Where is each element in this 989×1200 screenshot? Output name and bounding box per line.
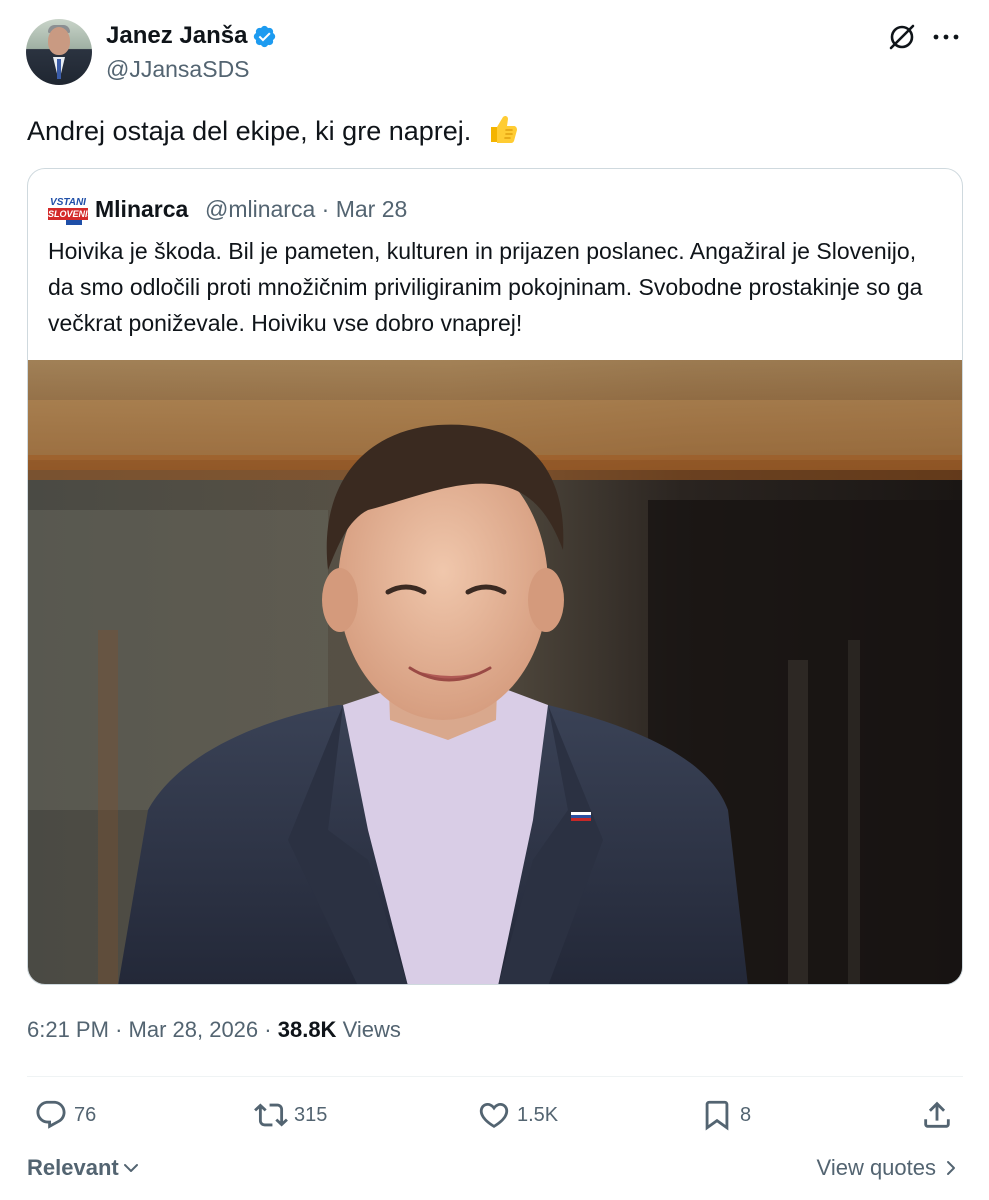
bookmark-button[interactable]: 8 [700, 1095, 751, 1135]
quoted-author-name[interactable]: Mlinarca [95, 195, 188, 223]
thumbs-up-emoji-icon [490, 115, 517, 143]
tweet-time[interactable]: 6:21 PM [27, 1017, 109, 1042]
like-count: 1.5K [517, 1103, 559, 1126]
author-handle[interactable]: @JJansaSDS [106, 55, 250, 83]
bookmark-icon [705, 1100, 729, 1131]
reply-icon [36, 1100, 66, 1129]
quoted-tweet-photo[interactable] [28, 360, 963, 985]
sort-label: Relevant [27, 1155, 119, 1180]
quoted-separator: · [321, 196, 330, 222]
views-count[interactable]: 38.8K [278, 1017, 337, 1042]
heart-icon [479, 1102, 509, 1128]
sort-replies-dropdown[interactable]: Relevant [27, 1154, 140, 1182]
retweet-button[interactable]: 315 [254, 1095, 327, 1135]
author-name[interactable]: Janez Janša [106, 21, 247, 51]
tweet-date[interactable]: Mar 28, 2026 [129, 1017, 259, 1042]
views-label: Views [342, 1017, 401, 1042]
reply-button[interactable]: 76 [34, 1095, 96, 1135]
share-button[interactable] [920, 1095, 954, 1135]
quoted-avatar-text-bottom: SLOVENIJA [48, 208, 88, 220]
meta-separator: · [115, 1017, 123, 1042]
quoted-author-handle: @mlinarca [205, 196, 316, 222]
retweet-count: 315 [294, 1103, 328, 1126]
tweet-page: Janez Janša @JJansaSDS Andrej ostaja del… [0, 0, 989, 1200]
view-quotes-label: View quotes [816, 1155, 936, 1180]
verified-badge-icon[interactable] [252, 24, 277, 49]
reply-count: 76 [74, 1103, 97, 1126]
meta-separator-2: · [264, 1017, 272, 1042]
more-options-icon[interactable] [931, 21, 961, 53]
retweet-icon [254, 1103, 288, 1127]
author-avatar[interactable] [26, 19, 92, 85]
divider [27, 1076, 963, 1077]
bookmark-count: 8 [740, 1103, 752, 1126]
tweet-text: Andrej ostaja del ekipe, ki gre naprej. [27, 112, 519, 149]
quoted-tweet-card[interactable]: VSTANI SLOVENIJA Mlinarca @mlinarca · Ma… [27, 168, 963, 985]
chevron-down-icon [123, 1164, 138, 1172]
tweet-meta: 6:21 PM · Mar 28, 2026 · 38.8K Views [27, 1015, 401, 1045]
quoted-author-meta[interactable]: @mlinarca · Mar 28 [205, 195, 407, 223]
like-button[interactable]: 1.5K [477, 1095, 558, 1135]
quoted-author-avatar[interactable]: VSTANI SLOVENIJA [48, 196, 88, 226]
share-icon [924, 1101, 950, 1128]
view-quotes-link[interactable]: View quotes [817, 1154, 960, 1182]
grok-icon[interactable] [886, 21, 918, 53]
quoted-tweet-text: Hoivika je škoda. Bil je pameten, kultur… [48, 238, 923, 336]
chevron-right-icon [947, 1161, 955, 1175]
tweet-text-body: Andrej ostaja del ekipe, ki gre naprej. [27, 116, 472, 146]
quoted-date: Mar 28 [335, 196, 408, 222]
